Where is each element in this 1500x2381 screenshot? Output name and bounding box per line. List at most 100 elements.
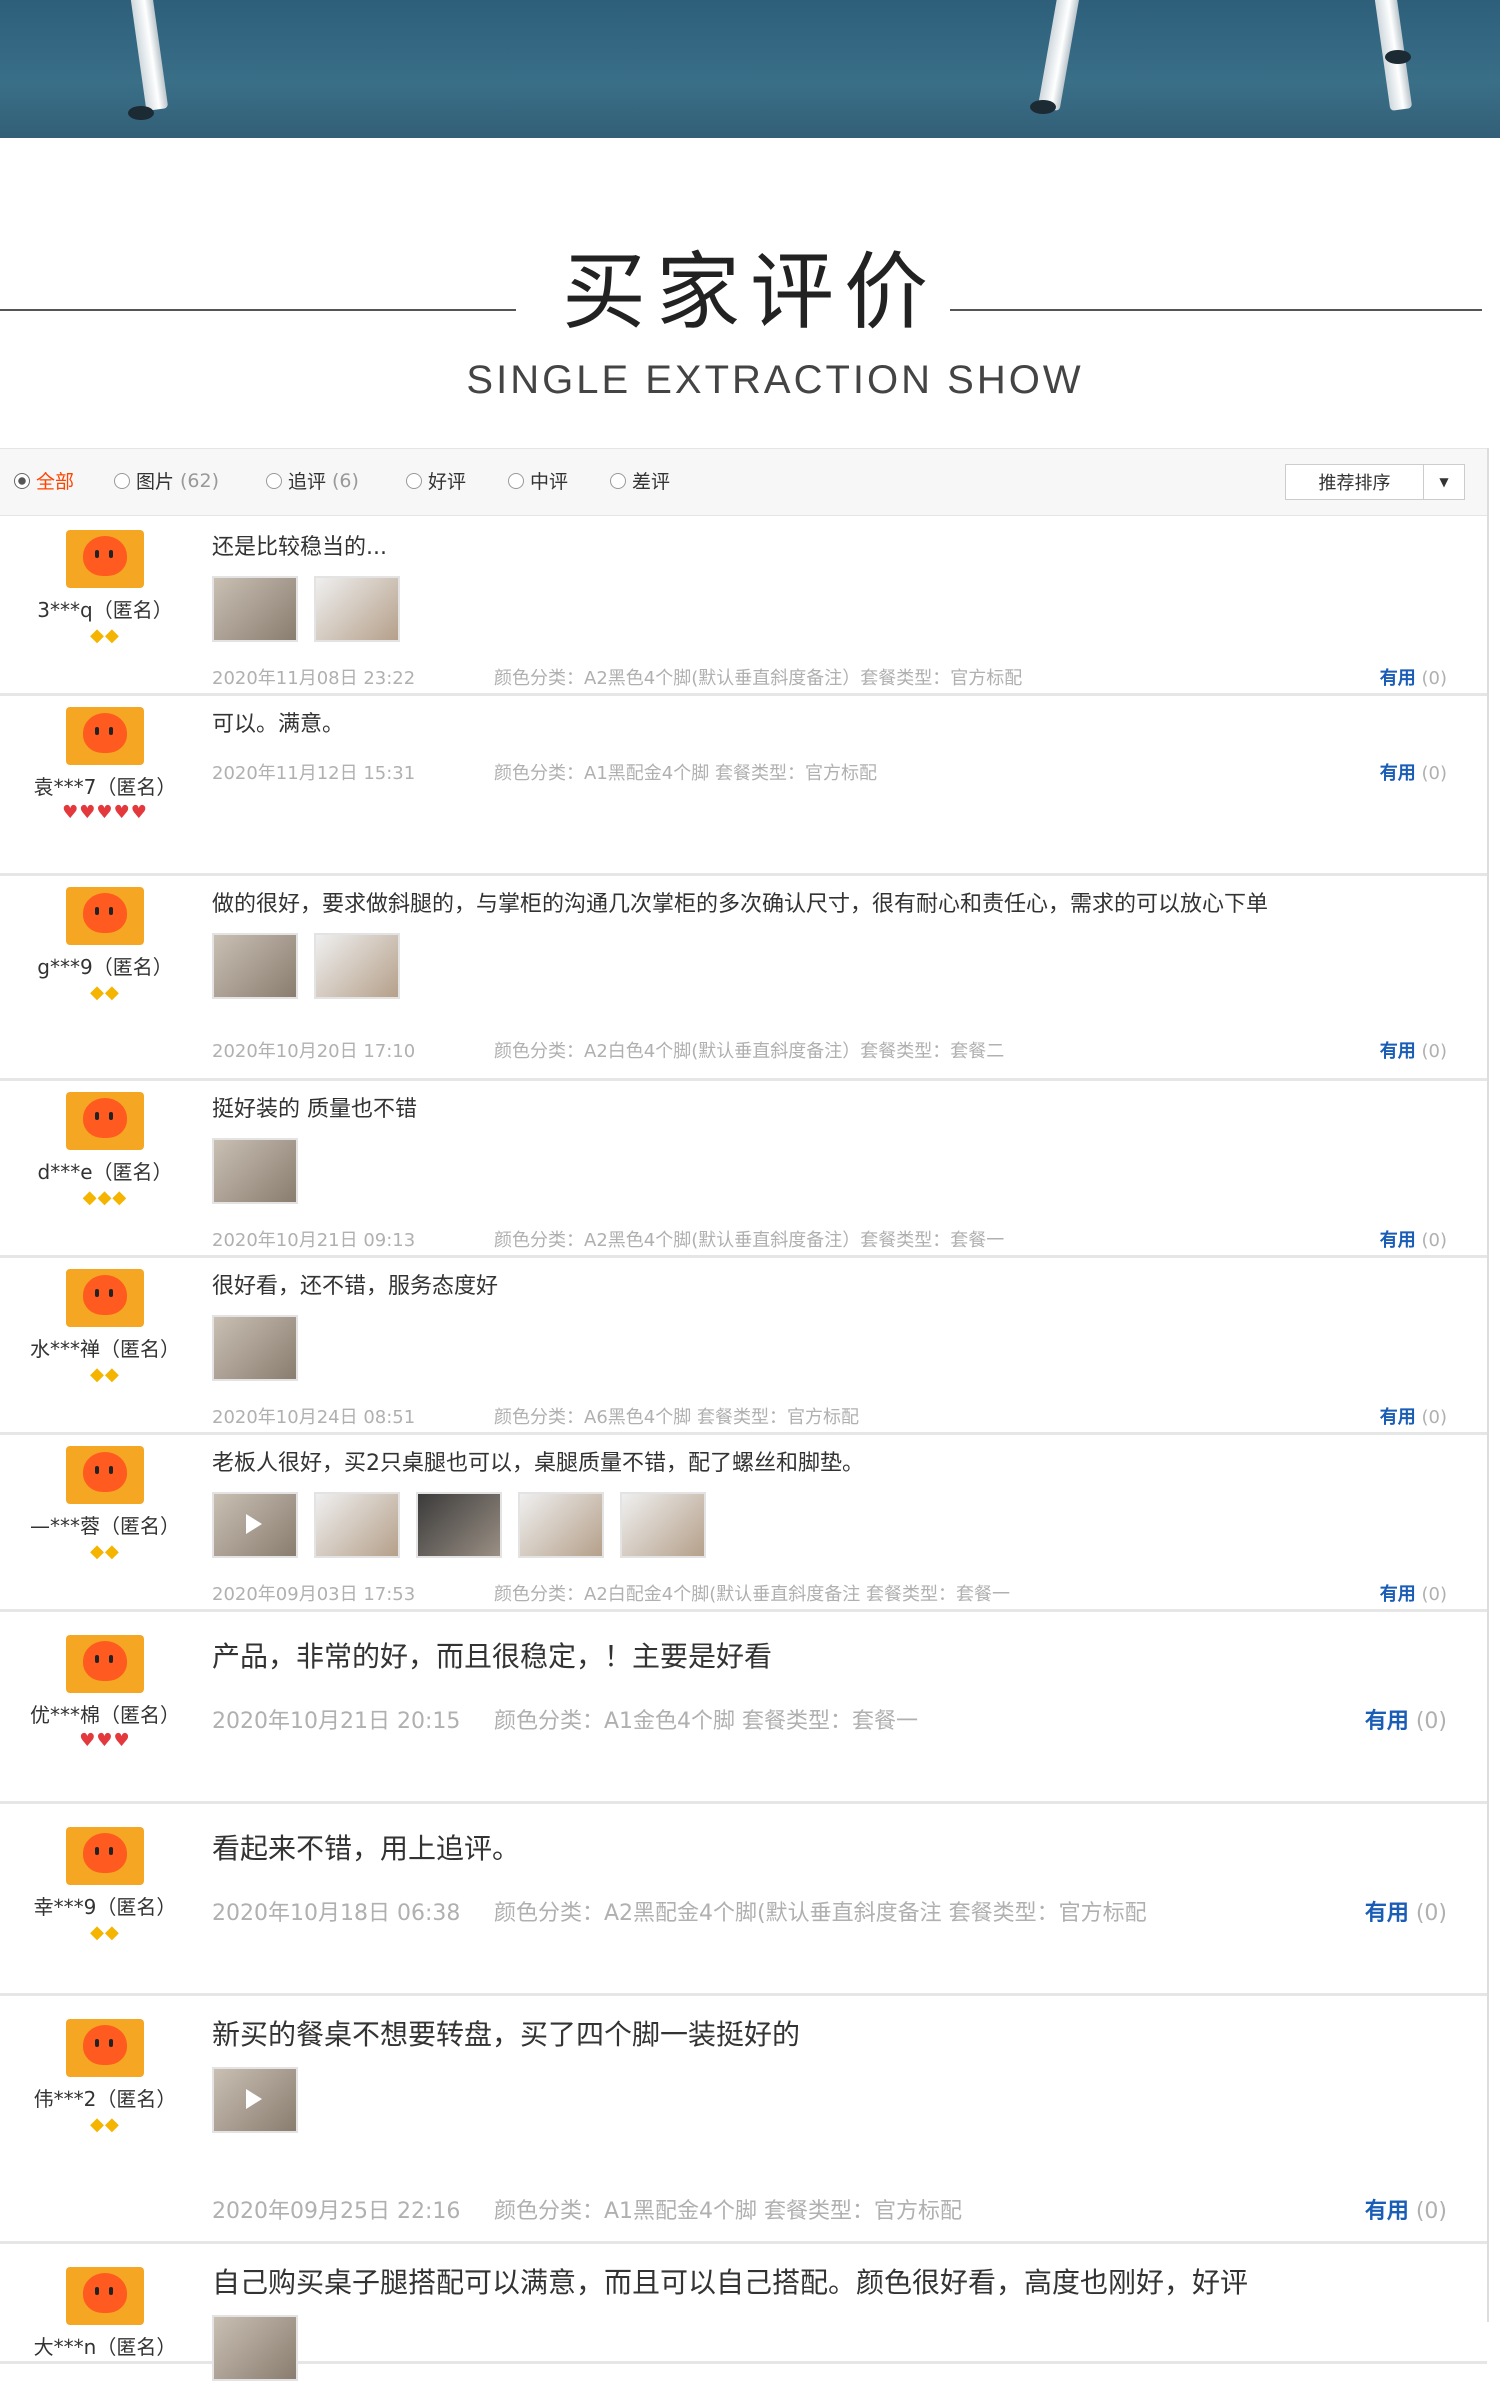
reviewer-name: 水***禅（匿名）: [30, 1337, 180, 1361]
filter-neutral[interactable]: 中评: [508, 467, 568, 494]
review-photo-thumb[interactable]: [212, 2315, 298, 2381]
avatar: [66, 707, 144, 765]
review-meta: 2020年11月12日 15:31 颜色分类：A1黑配金4个脚 套餐类型：官方标…: [212, 759, 1487, 785]
reviewer-level-badge: ♥♥♥: [79, 1730, 131, 1751]
review-photo-thumb[interactable]: [314, 576, 400, 642]
filter-all[interactable]: 全部: [14, 467, 74, 494]
review-photos: [212, 1138, 1457, 1204]
useful-button[interactable]: 有用 (0): [1365, 1703, 1447, 1735]
review-body: 新买的餐桌不想要转盘，买了四个脚一装挺好的: [212, 2017, 1457, 2133]
review-text: 可以。满意。: [212, 712, 345, 737]
review-sku: 颜色分类：A6黑色4个脚 套餐类型：官方标配: [494, 1407, 859, 1428]
avatar: [66, 2267, 144, 2325]
useful-button[interactable]: 有用 (0): [1380, 1580, 1447, 1606]
reviewer-name: —***蓉（匿名）: [30, 1514, 180, 1538]
review-photo-thumb[interactable]: [518, 1492, 604, 1558]
review-date: 2020年10月21日 20:15: [212, 1709, 461, 1734]
reviewer-level-badge: ◆◆: [90, 1364, 120, 1385]
leg-foot-image: [128, 106, 154, 120]
review-text: 老板人很好，买2只桌腿也可以，桌腿质量不错，配了螺丝和脚垫。: [212, 1451, 864, 1476]
review-body: 很好看，还不错，服务态度好: [212, 1273, 1457, 1381]
review-item: 3***q（匿名） ◆◆ 还是比较稳当的... 2020年11月08日 23:2…: [0, 516, 1487, 696]
section-title: 买家评价: [0, 250, 1500, 334]
filter-positive[interactable]: 好评: [406, 467, 466, 494]
reviewer-name: 大***n（匿名）: [33, 2335, 177, 2359]
review-filter-bar: 全部 图片 (62) 追评 (6) 好评 中评 差评 推荐排序 ▼: [0, 448, 1487, 516]
useful-button[interactable]: 有用 (0): [1365, 1895, 1447, 1927]
review-body: 还是比较稳当的...: [212, 534, 1457, 642]
review-meta: 2020年10月24日 08:51 颜色分类：A6黑色4个脚 套餐类型：官方标配…: [212, 1403, 1487, 1429]
reviewer-level-badge: ◆◆: [90, 625, 120, 646]
filter-pictures[interactable]: 图片 (62): [114, 467, 219, 494]
avatar: [66, 1635, 144, 1693]
avatar: [66, 2019, 144, 2077]
section-subtitle: SINGLE EXTRACTION SHOW: [466, 358, 1084, 402]
filter-followup[interactable]: 追评 (6): [266, 467, 359, 494]
reviewer-name: 3***q（匿名）: [37, 598, 173, 622]
review-photo-thumb[interactable]: [416, 1492, 502, 1558]
reviewer-name: 优***棉（匿名）: [30, 1703, 180, 1727]
review-photo-thumb[interactable]: [212, 1315, 298, 1381]
review-sku: 颜色分类：A1金色4个脚 套餐类型：套餐一: [494, 1709, 919, 1734]
review-sku: 颜色分类：A2白配金4个脚(默认垂直斜度备注 套餐类型：套餐一: [494, 1584, 1010, 1605]
review-meta: 2020年10月21日 20:15 颜色分类：A1金色4个脚 套餐类型：套餐一 …: [212, 1703, 1487, 1734]
reviewer: 幸***9（匿名） ◆◆: [0, 1827, 210, 1942]
avatar: [66, 530, 144, 588]
review-photo-thumb[interactable]: [620, 1492, 706, 1558]
review-photo-thumb[interactable]: [212, 1492, 298, 1558]
review-item: 优***棉（匿名） ♥♥♥ 产品，非常的好，而且很稳定，！主要是好看 2020年…: [0, 1609, 1487, 1804]
useful-button[interactable]: 有用 (0): [1380, 1226, 1447, 1252]
useful-button[interactable]: 有用 (0): [1380, 664, 1447, 690]
review-photo-thumb[interactable]: [212, 1138, 298, 1204]
review-item: d***e（匿名） ◆◆◆ 挺好装的 质量也不错 2020年10月21日 09:…: [0, 1078, 1487, 1258]
radio-icon: [610, 472, 626, 489]
useful-button[interactable]: 有用 (0): [1380, 759, 1447, 785]
review-body: 可以。满意。: [212, 711, 1457, 739]
radio-icon: [508, 472, 524, 489]
reviews-panel: 全部 图片 (62) 追评 (6) 好评 中评 差评 推荐排序 ▼ 3***q（匿名）…: [0, 448, 1489, 2381]
review-photo-thumb[interactable]: [314, 1492, 400, 1558]
filter-negative[interactable]: 差评: [610, 467, 670, 494]
reviewer-level-badge: ◆◆: [90, 1541, 120, 1562]
review-item: 大***n（匿名） 自己购买桌子腿搭配可以满意，而且可以自己搭配。颜色很好看，高…: [0, 2241, 1487, 2381]
table-leg-image: [129, 0, 169, 111]
reviewer: 3***q（匿名） ◆◆: [0, 530, 210, 645]
avatar: [66, 887, 144, 945]
reviewer: 伟***2（匿名） ◆◆: [0, 2019, 210, 2134]
useful-button[interactable]: 有用 (0): [1365, 2193, 1447, 2225]
useful-button[interactable]: 有用 (0): [1380, 1037, 1447, 1063]
review-item: 幸***9（匿名） ◆◆ 看起来不错，用上追评。 2020年10月18日 06:…: [0, 1801, 1487, 1996]
review-date: 2020年09月03日 17:53: [212, 1584, 416, 1605]
product-photo-strip: [0, 0, 1500, 138]
sort-dropdown[interactable]: 推荐排序 ▼: [1285, 464, 1465, 500]
review-sku: 颜色分类：A2黑配金4个脚(默认垂直斜度备注 套餐类型：官方标配: [494, 1901, 1147, 1926]
review-item: —***蓉（匿名） ◆◆ 老板人很好，买2只桌腿也可以，桌腿质量不错，配了螺丝和…: [0, 1432, 1487, 1612]
reviewer-name: 袁***7（匿名）: [33, 775, 177, 799]
radio-icon: [114, 472, 130, 489]
review-text: 挺好装的 质量也不错: [212, 1097, 417, 1122]
review-text: 做的很好，要求做斜腿的，与掌柜的沟通几次掌柜的多次确认尺寸，很有耐心和责任心，需…: [212, 892, 1269, 917]
review-sku: 颜色分类：A2黑色4个脚(默认垂直斜度备注）套餐类型：套餐一: [494, 1230, 1005, 1251]
table-leg-image: [1037, 0, 1081, 111]
review-body: 产品，非常的好，而且很稳定，！主要是好看: [212, 1639, 1457, 1675]
review-photos: [212, 933, 1457, 999]
review-date: 2020年09月25日 22:16: [212, 2199, 461, 2224]
review-photo-thumb[interactable]: [314, 933, 400, 999]
review-text: 新买的餐桌不想要转盘，买了四个脚一装挺好的: [212, 2018, 801, 2051]
review-meta: 2020年10月18日 06:38 颜色分类：A2黑配金4个脚(默认垂直斜度备注…: [212, 1895, 1487, 1926]
review-body: 老板人很好，买2只桌腿也可以，桌腿质量不错，配了螺丝和脚垫。: [212, 1450, 1457, 1558]
review-meta: 2020年10月21日 09:13 颜色分类：A2黑色4个脚(默认垂直斜度备注）…: [212, 1226, 1487, 1252]
review-photo-thumb[interactable]: [212, 576, 298, 642]
review-photos: [212, 1492, 1457, 1558]
reviewer-name: 伟***2（匿名）: [33, 2087, 177, 2111]
review-sku: 颜色分类：A2白色4个脚(默认垂直斜度备注）套餐类型：套餐二: [494, 1041, 1005, 1062]
review-date: 2020年10月20日 17:10: [212, 1041, 416, 1062]
avatar: [66, 1092, 144, 1150]
avatar: [66, 1269, 144, 1327]
useful-button[interactable]: 有用 (0): [1380, 1403, 1447, 1429]
review-photo-thumb[interactable]: [212, 2067, 298, 2133]
leg-foot-image: [1030, 100, 1056, 114]
review-meta: 2020年09月25日 22:16 颜色分类：A1黑配金4个脚 套餐类型：官方标…: [212, 2193, 1487, 2224]
review-photo-thumb[interactable]: [212, 933, 298, 999]
reviewer: 袁***7（匿名） ♥♥♥♥♥: [0, 707, 210, 822]
